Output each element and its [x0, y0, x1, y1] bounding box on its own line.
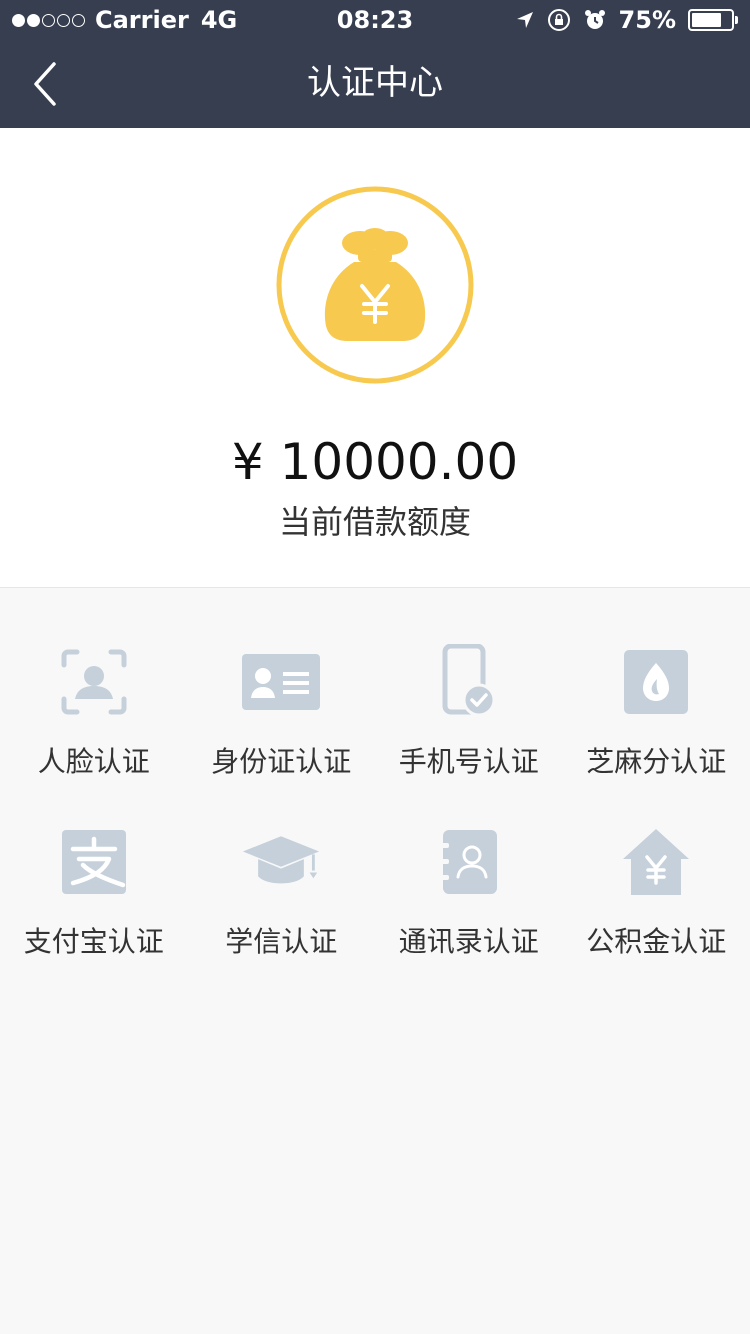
phone-verified-icon — [429, 642, 509, 722]
location-arrow-icon — [515, 10, 535, 30]
housing-fund-icon — [616, 822, 696, 902]
verify-housing-fund-label: 公积金认证 — [586, 925, 727, 958]
quota-amount: ¥ 10000.00 — [231, 433, 519, 491]
quota-label: 当前借款额度 — [278, 503, 471, 541]
battery-icon — [688, 9, 738, 31]
alarm-clock-icon — [583, 8, 607, 32]
verify-contacts-label: 通讯录认证 — [398, 925, 539, 958]
verify-alipay[interactable]: 支付宝认证 — [0, 800, 188, 980]
verify-face[interactable]: 人脸认证 — [0, 620, 188, 800]
page-title: 认证中心 — [307, 63, 443, 103]
money-bag-icon — [276, 186, 474, 384]
verify-id-card-label: 身份证认证 — [211, 745, 352, 778]
verify-alipay-label: 支付宝认证 — [23, 925, 164, 958]
id-card-icon — [241, 642, 321, 722]
nav-bar: 认证中心 — [0, 40, 750, 128]
verify-sesame[interactable]: 芝麻分认证 — [563, 620, 750, 800]
verify-housing-fund[interactable]: 公积金认证 — [563, 800, 750, 980]
face-scan-icon — [54, 642, 134, 722]
verify-education-label: 学信认证 — [225, 925, 338, 958]
verify-phone-label: 手机号认证 — [398, 745, 539, 778]
contacts-book-icon — [429, 822, 509, 902]
status-right: 75% — [515, 5, 738, 35]
status-bar: Carrier 4G 08:23 75% — [0, 0, 750, 40]
sesame-credit-icon — [616, 642, 696, 722]
quota-card: ¥ 10000.00 当前借款额度 — [0, 128, 750, 588]
verify-sesame-label: 芝麻分认证 — [586, 745, 727, 778]
verify-id-card[interactable]: 身份证认证 — [188, 620, 376, 800]
alipay-icon — [54, 822, 134, 902]
battery-percent: 75% — [618, 6, 676, 34]
orientation-lock-icon — [547, 8, 571, 32]
verify-education[interactable]: 学信认证 — [188, 800, 376, 980]
verify-phone[interactable]: 手机号认证 — [375, 620, 563, 800]
verify-contacts[interactable]: 通讯录认证 — [375, 800, 563, 980]
graduation-cap-icon — [241, 822, 321, 902]
verify-face-label: 人脸认证 — [37, 745, 150, 778]
